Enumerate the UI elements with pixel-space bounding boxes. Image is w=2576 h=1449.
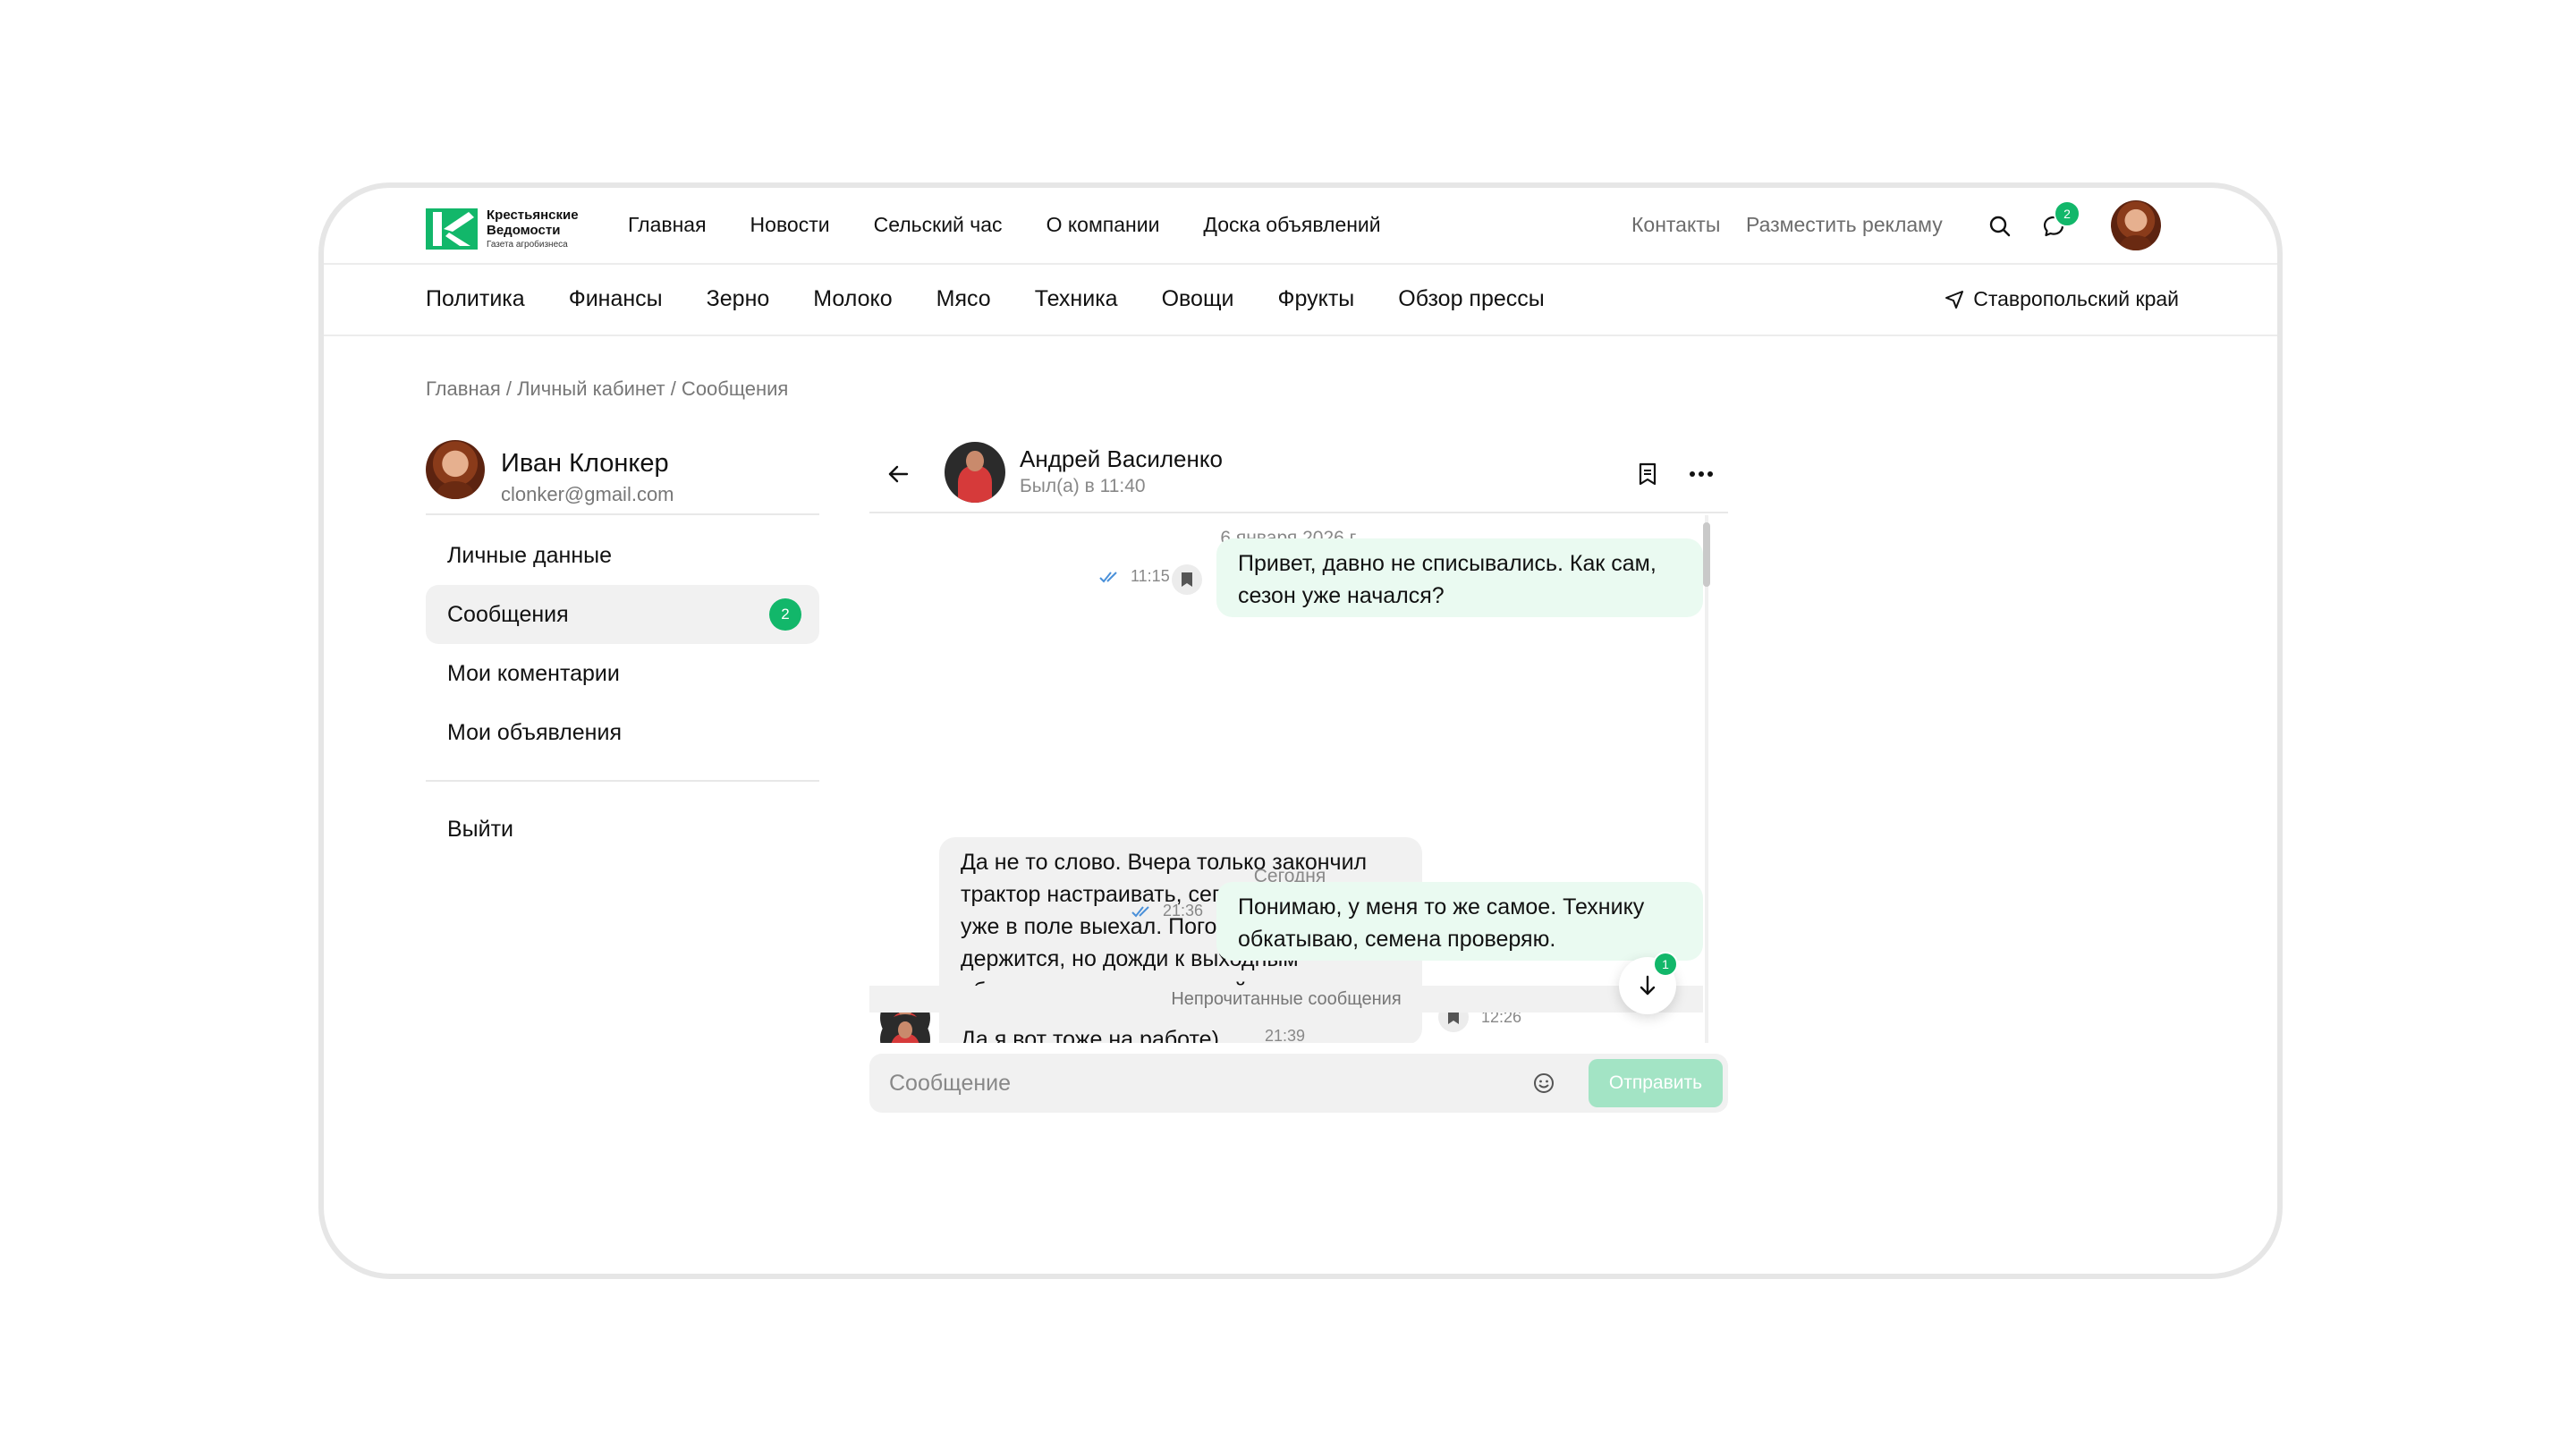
contact-status: Был(а) в 11:40 <box>1020 476 1146 496</box>
user-avatar[interactable] <box>2111 200 2161 250</box>
main-nav: Главная Новости Сельский час О компании … <box>628 213 1425 237</box>
unread-count-badge: 1 <box>1653 952 1678 977</box>
category-vegetables[interactable]: Овощи <box>1162 286 1234 312</box>
message-text: Да я вот тоже на работе) <box>961 1027 1219 1043</box>
partial-message-row: Да я вот тоже на работе) 21:39 <box>869 1014 1703 1043</box>
profile-avatar <box>426 440 485 499</box>
category-milk[interactable]: Молоко <box>813 286 892 312</box>
contact-name[interactable]: Андрей Василенко <box>1020 445 1223 473</box>
logo-tagline: Газета агробизнеса <box>487 240 568 250</box>
nav-about[interactable]: О компании <box>1046 213 1160 237</box>
double-check-icon <box>1099 571 1117 582</box>
message-time: 11:15 <box>1131 567 1170 585</box>
message-text: Привет, давно не списывались. Как сам, <box>1238 551 1657 576</box>
arrow-down-icon <box>1640 975 1656 996</box>
chat-header: Андрей Василенко Был(а) в 11:40 <box>869 435 1728 513</box>
category-grain[interactable]: Зерно <box>707 286 770 312</box>
message-text: сезон уже начался? <box>1238 583 1445 608</box>
logo-title-line1: Крестьянские <box>487 208 579 223</box>
menu-item-comments[interactable]: Мои коментарии <box>426 644 819 703</box>
message-text: Да не то слово. Вчера только закончил <box>961 850 1368 875</box>
back-button[interactable] <box>880 456 916 492</box>
more-dots-icon <box>1690 471 1713 477</box>
menu-item-personal-data[interactable]: Личные данные <box>426 526 819 585</box>
bookmark-message-button[interactable] <box>1172 564 1202 595</box>
unread-divider-visible: Непрочитанные сообщения <box>869 986 1703 1013</box>
category-politics[interactable]: Политика <box>426 286 525 312</box>
nav-news[interactable]: Новости <box>750 213 830 237</box>
nav-home[interactable]: Главная <box>628 213 707 237</box>
search-icon <box>1989 216 2011 237</box>
scroll-to-bottom-button[interactable]: 1 <box>1619 952 1678 1014</box>
nav-classifieds[interactable]: Доска объявлений <box>1203 213 1380 237</box>
messages-button[interactable]: 2 <box>2036 200 2080 244</box>
profile-card: Иван Клонкер clonker@gmail.com <box>426 440 819 515</box>
arrow-left-icon <box>888 465 909 483</box>
profile-email: clonker@gmail.com <box>501 483 674 505</box>
send-button[interactable]: Отправить <box>1589 1059 1723 1107</box>
message-bubble-incoming[interactable]: Да я вот тоже на работе) <box>939 1018 1243 1043</box>
contacts-link[interactable]: Контакты <box>1631 213 1720 237</box>
message-text: уже в поле выехал. Погода вроде <box>961 914 1310 939</box>
bookmark-icon <box>1182 572 1192 587</box>
message-text: трактор настраивать, сегодня с утра <box>961 882 1339 907</box>
category-finance[interactable]: Финансы <box>569 286 663 312</box>
category-nav: Политика Финансы Зерно Молоко Мясо Техни… <box>426 286 1589 312</box>
category-bar: Политика Финансы Зерно Молоко Мясо Техни… <box>324 265 2277 336</box>
message-input[interactable] <box>889 1054 1515 1113</box>
message-avatar[interactable] <box>880 1014 930 1043</box>
emoji-smile-icon <box>1534 1073 1554 1093</box>
menu-item-messages[interactable]: Сообщения 2 <box>426 585 819 644</box>
category-fruits[interactable]: Фрукты <box>1277 286 1354 312</box>
message-text: держится, но дожди к выходным <box>961 946 1299 971</box>
nav-rural-hour[interactable]: Сельский час <box>874 213 1003 237</box>
site-logo[interactable]: Крестьянские Ведомости Газета агробизнес… <box>426 208 579 250</box>
region-label: Ставропольский край <box>1973 287 2179 310</box>
message-meta: 11:15 <box>1098 567 1170 586</box>
message-time: 21:39 <box>1265 1027 1306 1043</box>
messages-count-badge: 2 <box>769 598 801 631</box>
search-button[interactable] <box>1982 208 2018 244</box>
region-selector[interactable]: Ставропольский край <box>1945 287 2179 311</box>
message-bubble-outgoing[interactable]: Привет, давно не списывались. Как сам, с… <box>1216 538 1703 617</box>
more-button[interactable] <box>1683 456 1719 492</box>
menu-item-ads[interactable]: Мои объявления <box>426 703 819 762</box>
top-header: Крестьянские Ведомости Газета агробизнес… <box>324 188 2277 265</box>
category-press-review[interactable]: Обзор прессы <box>1398 286 1544 312</box>
emoji-button[interactable] <box>1526 1065 1562 1101</box>
category-meat[interactable]: Мясо <box>936 286 991 312</box>
scrollbar-track[interactable] <box>1705 515 1708 1043</box>
profile-name: Иван Клонкер <box>501 449 669 478</box>
category-machinery[interactable]: Техника <box>1035 286 1118 312</box>
bookmark-list-icon <box>1639 462 1657 486</box>
chat-messages[interactable]: 6 января 2026 г. 11:15 Привет, давно не … <box>869 515 1728 1043</box>
menu-item-logout[interactable]: Выйти <box>426 800 819 859</box>
contact-avatar[interactable] <box>945 442 1005 503</box>
menu-divider <box>426 780 819 782</box>
logo-title-line2: Ведомости <box>487 223 561 238</box>
advertise-link[interactable]: Разместить рекламу <box>1746 213 1943 237</box>
breadcrumb[interactable]: Главная / Личный кабинет / Сообщения <box>426 377 788 401</box>
browser-frame: Крестьянские Ведомости Газета агробизнес… <box>318 182 2283 1279</box>
bookmarks-button[interactable] <box>1630 456 1665 492</box>
message-composer: Отправить <box>869 1054 1728 1113</box>
account-menu: Личные данные Сообщения 2 Мои коментарии… <box>426 526 819 859</box>
location-arrow-icon <box>1945 290 1964 309</box>
notifications-badge: 2 <box>2054 200 2080 227</box>
menu-item-messages-label: Сообщения <box>447 601 569 627</box>
logo-mark-icon <box>426 208 478 250</box>
